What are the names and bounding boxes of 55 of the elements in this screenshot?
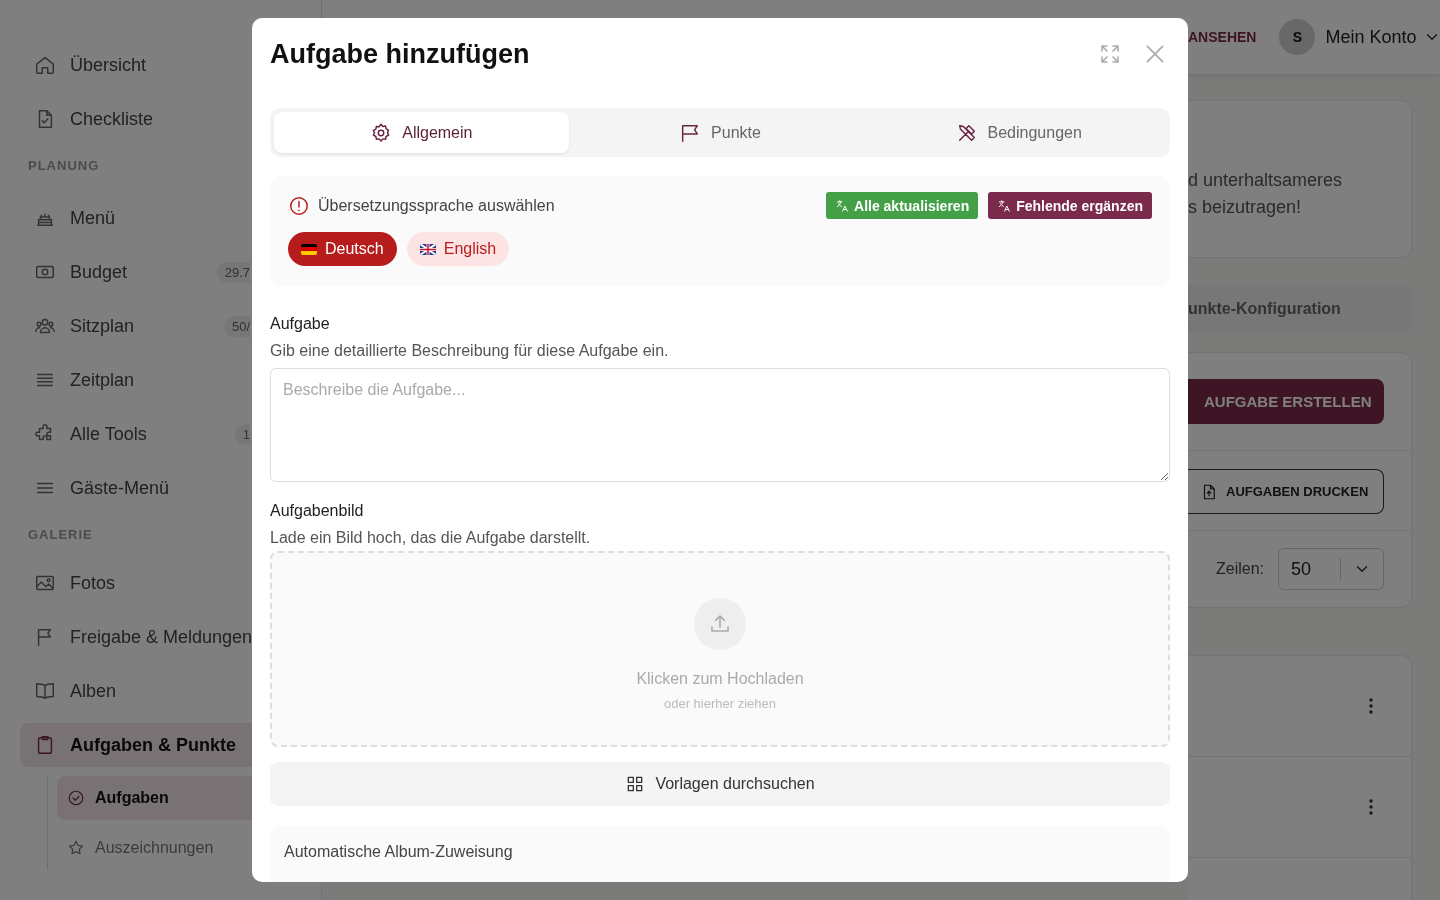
tab[interactable]: Punkte [572, 112, 868, 153]
sidebar-item[interactable]: Budget 29.7 [20, 250, 260, 294]
section-tab[interactable]: unkte-Konfiguration [1188, 285, 1412, 333]
sidebar-item[interactable]: Alle Tools 1 [20, 412, 260, 456]
sidebar-item[interactable]: Übersicht [20, 43, 260, 87]
update-all-button[interactable]: Alle aktualisieren [826, 192, 979, 219]
count-badge: 1 [234, 423, 250, 445]
german-flag-icon [301, 243, 317, 255]
check-circle-icon [67, 789, 85, 807]
print-tasks-button[interactable]: AUFGABEN DRUCKEN [1188, 469, 1384, 514]
book-icon [34, 680, 56, 702]
tab[interactable]: Allgemein [274, 112, 569, 153]
count-badge: 50/ [223, 315, 250, 337]
create-task-button[interactable]: AUFGABE ERSTELLEN [1188, 379, 1384, 424]
sidebar-item[interactable]: Alben [20, 669, 260, 713]
field-hint: Gib eine detaillierte Beschreibung für diese Aufgabe ein. [270, 341, 670, 361]
star-icon [67, 839, 85, 857]
translation-heading: Übersetzungssprache auswählen [318, 196, 555, 215]
expand-icon [1098, 42, 1122, 66]
intro-text: s beizutragen! [1188, 196, 1303, 219]
upload-dropzone[interactable]: Klicken zum Hochladen oder hierher ziehen [270, 551, 1170, 747]
translate-icon [835, 198, 849, 213]
translate-icon [997, 198, 1012, 213]
account-menu[interactable]: S Mein Konto [1279, 19, 1440, 55]
view-link[interactable]: ANSEHEN [1188, 29, 1257, 45]
sidebar-item[interactable]: Checkliste [20, 97, 260, 141]
sidebar-item[interactable]: Menü [20, 196, 260, 240]
task-description-field[interactable]: Beschreibe die Aufgabe... [270, 368, 1170, 482]
sidebar-item[interactable]: Sitzplan 50/ [20, 304, 260, 348]
sidebar-item[interactable]: Freigabe & Meldungen [20, 615, 260, 659]
sidebar-item[interactable]: Fotos [20, 561, 260, 605]
more-icon[interactable] [1369, 698, 1373, 714]
rows-label: Zeilen: [1216, 560, 1265, 578]
fill-missing-button[interactable]: Fehlende ergänzen [988, 192, 1152, 219]
tab[interactable]: Bedingungen [871, 112, 1166, 153]
rows-select[interactable]: 50 [1278, 548, 1384, 590]
field-label: Aufgabe [270, 314, 331, 334]
more-icon[interactable] [1369, 799, 1373, 815]
dialog-title: Aufgabe hinzufügen [270, 38, 530, 70]
language-chip[interactable]: English [406, 232, 510, 266]
intro-text: d unterhaltsameres [1188, 169, 1344, 192]
home-icon [34, 54, 56, 76]
field-hint: Lade ein Bild hoch, das die Aufgabe darstellt. [270, 528, 592, 548]
avatar: S [1279, 19, 1316, 55]
upload-hint: oder hierher ziehen [664, 695, 776, 711]
field-label: Aufgabenbild [270, 501, 365, 521]
sidebar-item[interactable]: Gäste-Menü [20, 466, 260, 510]
upload-title: Klicken zum Hochladen [636, 669, 804, 688]
language-chip[interactable]: Deutsch [288, 232, 397, 266]
browse-templates-button[interactable]: Vorlagen durchsuchen [270, 762, 1170, 806]
british-flag-icon [419, 243, 436, 255]
alert-circle-icon [288, 194, 310, 217]
album-heading: Automatische Album-Zuweisung [284, 842, 514, 862]
sidebar-item[interactable]: Zeitplan [20, 358, 260, 402]
count-badge: 29.7 [216, 261, 250, 283]
